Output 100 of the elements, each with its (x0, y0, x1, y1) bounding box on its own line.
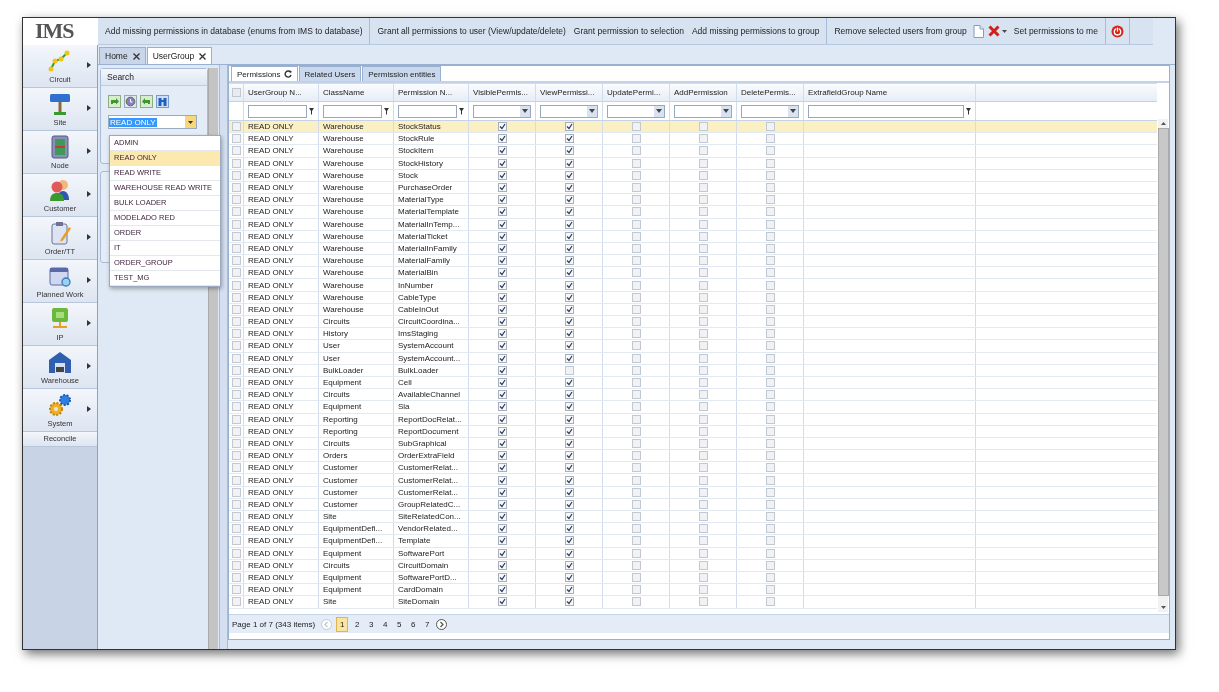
checkbox[interactable] (698, 122, 708, 132)
table-row[interactable]: READ ONLY Warehouse MaterialType (229, 194, 1157, 207)
checkbox[interactable] (765, 231, 775, 241)
checkbox[interactable] (497, 597, 507, 607)
checkbox[interactable] (698, 353, 708, 363)
checkbox[interactable] (564, 573, 574, 583)
checkbox[interactable] (497, 207, 507, 217)
checkbox[interactable] (765, 341, 775, 351)
table-row[interactable]: READ ONLY Equipment Cell (229, 376, 1157, 390)
checkbox[interactable] (765, 256, 775, 266)
checkbox[interactable] (765, 548, 775, 558)
row-checkbox[interactable] (231, 317, 241, 327)
checkbox[interactable] (564, 268, 574, 278)
table-row[interactable]: READ ONLY Warehouse StockRule (229, 133, 1157, 146)
column-header[interactable]: DeletePermis... (737, 84, 804, 101)
table-row[interactable]: READ ONLY Warehouse MaterialTicket (229, 230, 1157, 243)
checkbox[interactable] (698, 512, 708, 522)
row-checkbox[interactable] (231, 451, 241, 461)
page-link[interactable]: 3 (366, 617, 377, 631)
checkbox[interactable] (698, 219, 708, 229)
checkbox[interactable] (497, 146, 507, 156)
table-row[interactable]: READ ONLY Circuits CircuitCoordina... (229, 316, 1157, 329)
checkbox[interactable] (564, 451, 574, 461)
checkbox[interactable] (497, 499, 507, 509)
checkbox[interactable] (631, 463, 641, 473)
checkbox[interactable] (564, 402, 574, 412)
checkbox[interactable] (698, 548, 708, 558)
page-link[interactable]: 4 (380, 617, 391, 631)
table-row[interactable]: READ ONLY Warehouse Stock (229, 169, 1157, 182)
checkbox[interactable] (564, 243, 574, 253)
table-row[interactable]: READ ONLY Reporting ReportDocument (229, 425, 1157, 438)
checkbox[interactable] (698, 329, 708, 339)
toolbar-button[interactable]: Add missing permissions in database (enums from IMS to database) (103, 24, 365, 38)
row-checkbox[interactable] (231, 378, 241, 388)
toolbar-button[interactable]: Set permissions to me (1011, 24, 1100, 38)
table-row[interactable]: READ ONLY Customer GroupRelatedC... (229, 498, 1157, 511)
checkbox[interactable] (631, 122, 641, 132)
checkbox[interactable] (631, 341, 641, 351)
table-row[interactable]: READ ONLY User SystemAccount (229, 340, 1157, 353)
checkbox[interactable] (631, 451, 641, 461)
checkbox[interactable] (631, 438, 641, 448)
checkbox[interactable] (564, 195, 574, 205)
filter-icon[interactable] (384, 107, 389, 115)
checkbox[interactable] (497, 402, 507, 412)
checkbox[interactable] (564, 548, 574, 558)
checkbox[interactable] (564, 183, 574, 193)
row-checkbox[interactable] (231, 353, 241, 363)
checkbox[interactable] (698, 414, 708, 424)
checkbox[interactable] (564, 365, 574, 375)
checkbox[interactable] (497, 560, 507, 570)
checkbox[interactable] (698, 585, 708, 595)
checkbox[interactable] (564, 499, 574, 509)
checkbox[interactable] (564, 219, 574, 229)
checkbox[interactable] (698, 475, 708, 485)
checkbox[interactable] (765, 536, 775, 546)
table-row[interactable]: READ ONLY Warehouse MaterialBin (229, 267, 1157, 280)
checkbox[interactable] (698, 536, 708, 546)
row-checkbox[interactable] (231, 268, 241, 278)
column-header[interactable]: UserGroup N... (244, 84, 319, 101)
checkbox[interactable] (765, 134, 775, 144)
checkbox[interactable] (631, 390, 641, 400)
row-checkbox[interactable] (231, 560, 241, 570)
checkbox[interactable] (698, 573, 708, 583)
checkbox[interactable] (765, 597, 775, 607)
checkbox[interactable] (698, 317, 708, 327)
column-header[interactable]: ExtrafieldGroup Name (804, 84, 976, 101)
checkbox[interactable] (564, 597, 574, 607)
scroll-down-icon[interactable] (1160, 606, 1166, 609)
checkbox[interactable] (698, 183, 708, 193)
checkbox[interactable] (765, 487, 775, 497)
page-link[interactable]: 5 (394, 617, 405, 631)
checkbox[interactable] (698, 426, 708, 436)
checkbox[interactable] (698, 451, 708, 461)
checkbox[interactable] (497, 122, 507, 132)
table-row[interactable]: READ ONLY Circuits SubGraphical (229, 437, 1157, 451)
checkbox[interactable] (564, 317, 574, 327)
checkbox[interactable] (698, 390, 708, 400)
checkbox[interactable] (698, 304, 708, 314)
checkbox[interactable] (631, 414, 641, 424)
row-checkbox[interactable] (231, 573, 241, 583)
checkbox[interactable] (564, 256, 574, 266)
scroll-up-icon[interactable] (1160, 122, 1166, 125)
delete-icon[interactable] (987, 25, 1008, 37)
table-row[interactable]: READ ONLY Equipment CardDomain (229, 584, 1157, 597)
row-checkbox[interactable] (231, 487, 241, 497)
checkbox[interactable] (564, 341, 574, 351)
checkbox[interactable] (698, 487, 708, 497)
checkbox[interactable] (631, 256, 641, 266)
table-row[interactable]: READ ONLY Circuits CircuitDomain (229, 559, 1157, 572)
table-row[interactable]: READ ONLY Reporting ReportDocRelat... (229, 413, 1157, 426)
checkbox[interactable] (765, 560, 775, 570)
checkbox[interactable] (564, 463, 574, 473)
checkbox[interactable] (698, 158, 708, 168)
checkbox[interactable] (765, 353, 775, 363)
table-row[interactable]: READ ONLY EquipmentDefi... Template (229, 535, 1157, 548)
table-row[interactable]: READ ONLY Equipment SoftwarePortD... (229, 571, 1157, 585)
row-checkbox[interactable] (231, 438, 241, 448)
checkbox[interactable] (765, 158, 775, 168)
page-link[interactable]: 2 (352, 617, 363, 631)
page-link[interactable]: 6 (408, 617, 419, 631)
